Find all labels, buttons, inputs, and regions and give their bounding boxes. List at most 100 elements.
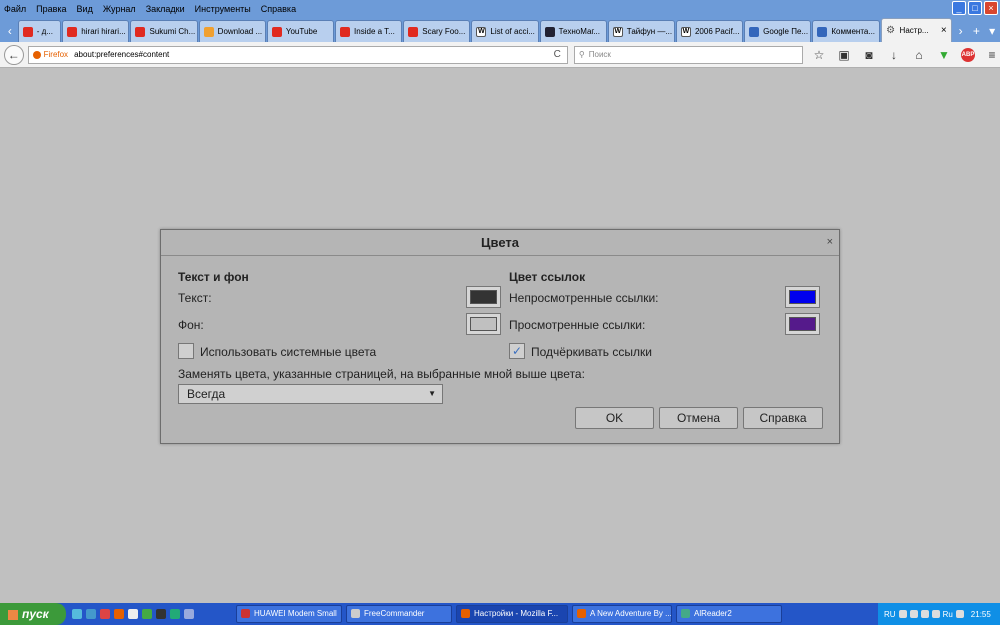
underline-links-checkbox[interactable]: ✓ [509, 343, 525, 359]
close-window-button[interactable]: × [984, 1, 998, 15]
downloads-icon[interactable]: ↓ [886, 48, 902, 62]
tab-close-icon[interactable]: × [941, 25, 947, 36]
dialog-title: Цвета [161, 230, 839, 256]
taskbar-button[interactable]: FreeCommander [346, 605, 452, 623]
bookmark-star-icon[interactable]: ☆ [811, 48, 827, 62]
menu-item[interactable]: Справка [261, 4, 296, 14]
youtube-icon [67, 26, 78, 37]
browser-tab[interactable]: hirari hirari... [62, 20, 130, 42]
taskbar-button[interactable]: AlReader2 [676, 605, 782, 623]
minimize-button[interactable]: _ [952, 1, 966, 15]
bg-color-swatch [470, 317, 497, 331]
menu-item[interactable]: Инструменты [195, 4, 251, 14]
taskbar-button[interactable]: Настройки - Mozilla F... [456, 605, 568, 623]
chevron-down-icon: ▼ [428, 389, 436, 398]
quick-launch-icon[interactable] [184, 609, 194, 619]
tab-label: Настр... [899, 26, 929, 35]
tray-icon[interactable] [955, 610, 964, 618]
browser-tab[interactable]: ⚙ Настр... × [880, 18, 952, 42]
menu-item[interactable]: Журнал [103, 4, 136, 14]
tab-list-button[interactable]: ▾ [984, 20, 1000, 42]
taskbar-button[interactable]: HUAWEI Modem Small [236, 605, 342, 623]
quick-launch-icon[interactable] [72, 609, 82, 619]
tab-label: Scary Foo... [422, 27, 466, 36]
cancel-button[interactable]: Отмена [659, 407, 738, 429]
download-helper-icon[interactable]: ▼ [936, 48, 952, 62]
pocket-icon[interactable]: ◙ [861, 48, 877, 62]
browser-tab[interactable]: W 2006 Pacif... [675, 20, 744, 42]
input-language-indicator[interactable]: Ru [943, 610, 953, 619]
browser-tab[interactable]: ТехноМаг... [539, 20, 607, 42]
quick-launch-icon[interactable] [156, 609, 166, 619]
start-button[interactable]: пуск [0, 603, 66, 625]
tray-icon[interactable] [898, 610, 907, 618]
close-icon[interactable]: × [827, 236, 833, 248]
wikipedia-icon: W [612, 26, 623, 37]
visited-link-color-picker[interactable] [785, 313, 820, 335]
tab-label: ТехноМаг... [558, 27, 600, 36]
quick-launch-icon[interactable] [170, 609, 180, 619]
browser-tab[interactable]: YouTube [266, 20, 335, 42]
browser-tab[interactable]: Download ... [198, 20, 266, 42]
url-bar[interactable]: Firefox about:preferences#content C [27, 45, 568, 64]
tab-label: List of acci... [490, 27, 535, 36]
quick-launch-icon[interactable] [100, 609, 110, 619]
quick-launch-icon[interactable] [142, 609, 152, 619]
quick-launch-icon[interactable] [86, 609, 96, 619]
reload-icon[interactable]: C [554, 49, 561, 60]
app-icon [461, 609, 470, 619]
firefox-icon[interactable] [114, 609, 124, 619]
window-controls: _ □ × [952, 1, 998, 15]
clipboard-icon[interactable]: ▣ [836, 48, 852, 62]
back-button[interactable]: ← [4, 44, 24, 65]
ok-button[interactable]: OK [575, 407, 654, 429]
tray-icon[interactable] [931, 610, 940, 618]
taskbar-button-label: FreeCommander [364, 609, 425, 618]
colors-dialog: Цвета × Текст и фон Текст: Фон: Цвет ссы… [160, 229, 840, 444]
help-button[interactable]: Справка [743, 407, 823, 429]
youtube-icon [271, 26, 282, 37]
home-icon[interactable]: ⌂ [911, 48, 927, 62]
quick-launch [72, 609, 232, 619]
underline-links-label: Подчёркивать ссылки [531, 345, 652, 359]
text-color-label: Текст: [178, 291, 212, 305]
tab-scroll-right-button[interactable]: › [953, 20, 969, 42]
wikipedia-icon: W [680, 26, 691, 37]
taskbar-button[interactable]: A New Adventure By ... [572, 605, 672, 623]
youtube-icon [22, 26, 33, 37]
bg-color-picker[interactable] [466, 313, 501, 335]
override-colors-select[interactable]: Всегда ▼ [178, 384, 443, 404]
search-input[interactable]: ⚲ Поиск [573, 45, 803, 64]
tab-new-tab-button[interactable]: + [968, 20, 984, 42]
taskbar: пуск HUAWEI Modem Small FreeCommander Наст… [0, 603, 1000, 625]
menu-item[interactable]: Правка [36, 4, 66, 14]
tray-icon[interactable] [909, 610, 918, 618]
gear-icon: ⚙ [886, 25, 896, 36]
browser-tab[interactable]: W Тайфун —... [607, 20, 675, 42]
menu-item[interactable]: Вид [77, 4, 93, 14]
language-indicator[interactable]: RU [884, 610, 896, 619]
app-icon [577, 609, 586, 619]
tray-icon[interactable] [920, 610, 929, 618]
text-color-picker[interactable] [466, 286, 501, 308]
taskbar-items: HUAWEI Modem Small FreeCommander Настройки… [232, 605, 782, 623]
browser-tab[interactable]: Google Пе... [744, 20, 812, 42]
unvisited-link-color-picker[interactable] [785, 286, 820, 308]
tab-label: - д... [36, 27, 54, 36]
adblock-icon[interactable]: ABP [961, 47, 975, 62]
browser-tab[interactable]: Scary Foo... [403, 20, 471, 42]
menu-icon[interactable]: ≡ [984, 48, 1000, 62]
quick-launch-icon[interactable] [128, 609, 138, 619]
browser-tab[interactable]: Inside a T... [335, 20, 403, 42]
tab-scroll-left-button[interactable]: ‹ [2, 20, 18, 42]
maximize-button[interactable]: □ [968, 1, 982, 15]
browser-tab[interactable]: Sukumi Ch... [130, 20, 198, 42]
tab-label: Download ... [217, 27, 263, 36]
browser-tab[interactable]: - д... [17, 20, 62, 42]
browser-tab[interactable]: Коммента... [812, 20, 880, 42]
menu-item[interactable]: Закладки [146, 4, 185, 14]
system-colors-checkbox[interactable] [178, 343, 194, 359]
menu-item[interactable]: Файл [4, 4, 26, 14]
browser-tab[interactable]: W List of acci... [471, 20, 539, 42]
start-label: пуск [22, 607, 49, 621]
